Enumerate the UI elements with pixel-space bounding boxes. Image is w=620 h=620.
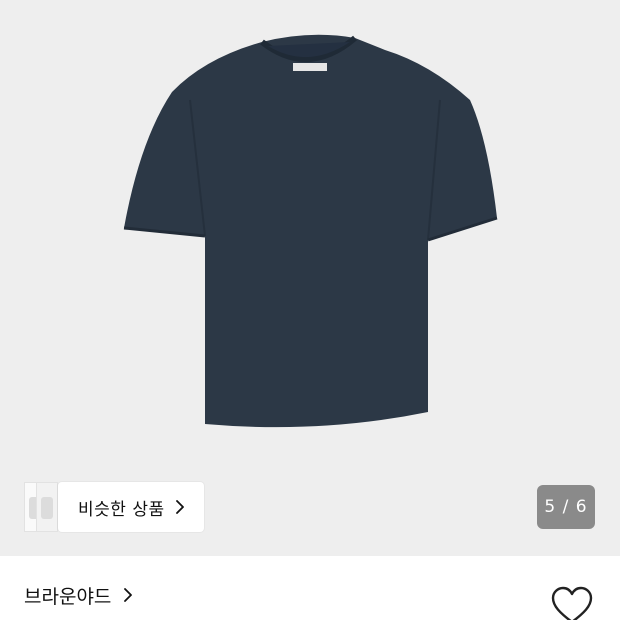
similar-products-chip[interactable]: 비슷한 상품 [58, 482, 204, 532]
brand-name: 브라운야드 [24, 585, 112, 608]
similar-products-label: 비슷한 상품 [78, 499, 165, 520]
chevron-right-icon [175, 500, 184, 514]
page-counter: 5 / 6 [537, 485, 595, 529]
heart-outline-icon[interactable] [550, 586, 594, 620]
similar-products-button[interactable]: 비슷한 상품 [24, 482, 204, 532]
brand-link[interactable]: 브라운야드 [24, 582, 133, 608]
product-image [123, 34, 498, 428]
similar-thumbnail [36, 482, 58, 532]
chevron-right-icon [124, 588, 133, 602]
product-image-gallery[interactable]: 비슷한 상품 5 / 6 [0, 0, 620, 556]
